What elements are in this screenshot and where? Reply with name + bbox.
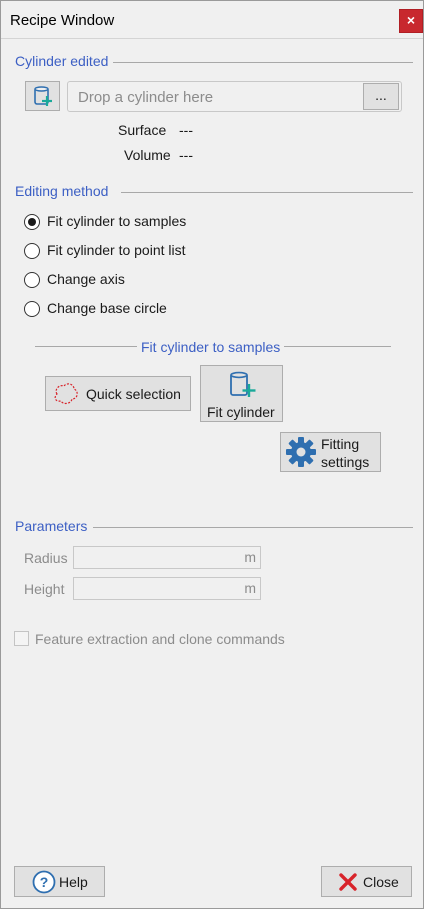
close-label: Close bbox=[363, 874, 399, 890]
feature-extraction-label: Feature extraction and clone commands bbox=[35, 631, 285, 647]
svg-text:?: ? bbox=[40, 874, 49, 890]
feature-extraction-checkbox[interactable] bbox=[14, 631, 29, 646]
red-x-icon bbox=[339, 873, 357, 891]
radio-button[interactable] bbox=[24, 243, 40, 259]
surface-value: --- bbox=[179, 122, 193, 138]
fit-cylinder-icon bbox=[230, 371, 256, 397]
quick-selection-button[interactable]: Quick selection bbox=[45, 376, 191, 411]
parameters-heading: Parameters bbox=[15, 518, 413, 536]
close-button[interactable]: Close bbox=[321, 866, 412, 897]
fit-cylinder-button[interactable]: Fit cylinder bbox=[200, 365, 283, 422]
fitting-settings-label-line2: settings bbox=[321, 454, 370, 470]
radio-label: Change base circle bbox=[47, 300, 167, 316]
section-divider bbox=[113, 62, 413, 63]
recipe-window: Recipe Window × Cylinder edited Drop a c… bbox=[0, 0, 424, 909]
volume-label: Volume bbox=[124, 147, 171, 163]
radio-button[interactable] bbox=[24, 214, 40, 230]
fit-cylinder-label: Fit cylinder bbox=[207, 404, 275, 420]
cylinder-edited-label: Cylinder edited bbox=[15, 53, 109, 69]
title-bar: Recipe Window × bbox=[1, 1, 423, 39]
quick-selection-label: Quick selection bbox=[86, 386, 181, 402]
help-label: Help bbox=[59, 874, 88, 890]
window-title: Recipe Window bbox=[10, 12, 115, 29]
gear-icon bbox=[286, 437, 316, 467]
help-circle-icon: ? bbox=[32, 870, 56, 894]
radio-button[interactable] bbox=[24, 301, 40, 317]
cylinder-drop-field[interactable]: Drop a cylinder here ... bbox=[67, 81, 402, 112]
height-field[interactable]: m bbox=[73, 577, 261, 600]
fit-panel-heading: Fit cylinder to samples bbox=[137, 339, 285, 355]
height-unit: m bbox=[244, 580, 256, 596]
surface-label: Surface bbox=[118, 122, 167, 138]
lasso-selection-icon bbox=[54, 383, 78, 405]
radio-label: Fit cylinder to point list bbox=[47, 242, 186, 258]
fitting-settings-label-line1: Fitting bbox=[321, 436, 360, 452]
section-divider bbox=[121, 192, 413, 193]
radio-label: Fit cylinder to samples bbox=[47, 213, 187, 229]
editing-method-heading: Editing method bbox=[15, 183, 413, 201]
drop-cylinder-placeholder: Drop a cylinder here bbox=[78, 89, 214, 106]
height-label: Height bbox=[24, 581, 65, 597]
section-divider bbox=[93, 527, 413, 528]
radio-button[interactable] bbox=[24, 272, 40, 288]
volume-value: --- bbox=[179, 147, 193, 163]
add-cylinder-button[interactable] bbox=[25, 81, 60, 111]
radio-label: Change axis bbox=[47, 271, 125, 287]
editing-method-label: Editing method bbox=[15, 183, 109, 199]
radius-field[interactable]: m bbox=[73, 546, 261, 569]
help-button[interactable]: ? Help bbox=[14, 866, 105, 897]
add-cylinder-icon bbox=[34, 86, 52, 106]
fitting-settings-button[interactable]: Fitting settings bbox=[280, 432, 381, 472]
window-close-button[interactable]: × bbox=[399, 9, 423, 33]
radius-unit: m bbox=[244, 549, 256, 565]
cylinder-edited-heading: Cylinder edited bbox=[15, 53, 413, 71]
browse-cylinder-button[interactable]: ... bbox=[363, 83, 399, 110]
parameters-label: Parameters bbox=[15, 518, 88, 534]
radius-label: Radius bbox=[24, 550, 68, 566]
